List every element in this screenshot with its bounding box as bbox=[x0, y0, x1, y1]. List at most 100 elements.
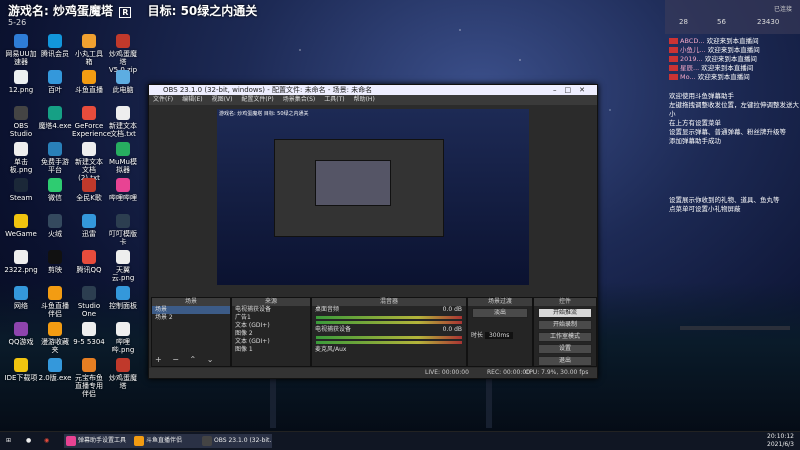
danmaku-panel[interactable]: 已连接 28 56 23430 ABCD... 欢迎来到本直播间 小鱼儿... 欢… bbox=[665, 0, 800, 425]
menu-item[interactable]: 视图(V) bbox=[212, 96, 233, 103]
maximize-icon[interactable]: □ bbox=[565, 86, 580, 94]
desktop-icon[interactable]: 剪映 bbox=[38, 250, 72, 274]
desktop-icon[interactable]: 此电脑 bbox=[106, 70, 140, 94]
menu-item[interactable]: 编辑(E) bbox=[182, 96, 202, 103]
desktop-icon[interactable]: 全民K歌 bbox=[72, 178, 106, 202]
desktop-icon[interactable]: 漫游收藏夹 bbox=[38, 322, 72, 354]
source-item[interactable]: 文本 (GDI+) bbox=[232, 322, 310, 330]
desktop-icon[interactable]: 叮叮模版卡 bbox=[106, 214, 140, 246]
taskbar-app-label: 弹幕助手设置工具 bbox=[78, 437, 127, 444]
close-icon[interactable]: ✕ bbox=[579, 86, 593, 94]
desktop-icon[interactable]: 百叶 bbox=[38, 70, 72, 94]
scene-item[interactable]: 场景 2 bbox=[152, 314, 230, 322]
desktop-icon[interactable]: 哔哩哔哩 bbox=[106, 178, 140, 202]
source-item[interactable]: 电视捕获设备 bbox=[232, 306, 310, 314]
start-recording-button[interactable]: 开始录制 bbox=[538, 320, 592, 330]
desktop-icon[interactable]: 炒鸡蛋魔塔 bbox=[106, 358, 140, 390]
desktop-icon[interactable]: Steam bbox=[4, 178, 38, 202]
desktop-icon[interactable]: IDE下载项 bbox=[4, 358, 38, 382]
desktop-icon[interactable]: 9-5 5304 bbox=[72, 322, 106, 346]
desktop-icon[interactable]: 小丸工具箱 bbox=[72, 34, 106, 66]
desktop-icon[interactable]: 哔哩哔.png bbox=[106, 322, 140, 354]
desktop-icon[interactable]: 魔塔4.exe bbox=[38, 106, 72, 130]
desktop-icon[interactable]: WeGame bbox=[4, 214, 38, 238]
scene-item[interactable]: 场景 bbox=[152, 306, 230, 314]
desktop-icon-label: 百叶 bbox=[48, 86, 62, 94]
desktop-icon[interactable]: 新建文本文档.txt bbox=[106, 106, 140, 138]
taskbar-pin-icon[interactable]: ● bbox=[22, 434, 31, 448]
taskbar-clock[interactable]: 20:10:12 2021/6/3 bbox=[767, 433, 794, 449]
desktop-icon[interactable]: OBS Studio bbox=[4, 106, 38, 138]
obs-titlebar[interactable]: OBS 23.1.0 (32-bit, windows) - 配置文件: 未命名… bbox=[149, 85, 597, 95]
app-icon bbox=[82, 142, 96, 156]
desktop-icon[interactable]: 炒鸡蛋魔塔V5.0.zip bbox=[106, 34, 140, 74]
settings-button[interactable]: 设置 bbox=[538, 344, 592, 354]
desktop-icon[interactable]: 2322.png bbox=[4, 250, 38, 274]
desktop-icon[interactable]: 单击板.png bbox=[4, 142, 38, 174]
mixer-track-name: 电视捕获设备 bbox=[315, 326, 352, 333]
desktop-icon[interactable]: 斗鱼直播伴侣 bbox=[38, 286, 72, 318]
desktop-icon[interactable]: 腾讯QQ bbox=[72, 250, 106, 274]
desktop-icon-label: 叮叮模版卡 bbox=[109, 230, 137, 246]
mixer-track-level: 0.0 dB bbox=[442, 306, 462, 313]
volume-slider[interactable] bbox=[316, 321, 462, 324]
desktop-icon[interactable]: 微信 bbox=[38, 178, 72, 202]
desktop-icon[interactable]: 迅雷 bbox=[72, 214, 106, 238]
source-item[interactable]: 图像 2 bbox=[232, 330, 310, 338]
desktop-icon[interactable]: 斗鱼直播 bbox=[72, 70, 106, 94]
desktop-icon[interactable]: 火绒 bbox=[38, 214, 72, 238]
desktop-icon-label: OBS Studio bbox=[9, 122, 33, 138]
desktop-icon[interactable]: MuMu模拟器 bbox=[106, 142, 140, 174]
danmaku-info-line: 在上方有设置菜单 bbox=[669, 119, 721, 127]
app-icon bbox=[14, 214, 28, 228]
duration-field[interactable]: 300ms bbox=[484, 332, 514, 339]
controls-header: 控件 bbox=[534, 298, 596, 306]
minimize-icon[interactable]: – bbox=[553, 86, 565, 94]
menu-item[interactable]: 配置文件(P) bbox=[241, 96, 273, 103]
desktop-icon[interactable]: 元宝布鱼直播专用伴侣 bbox=[72, 358, 106, 398]
desktop-icon[interactable]: QQ游戏 bbox=[4, 322, 38, 346]
scenes-header: 场景 bbox=[152, 298, 230, 306]
message-user: ABCD... bbox=[680, 37, 705, 45]
app-icon bbox=[82, 70, 96, 84]
danmaku-message: 小鱼儿... 欢迎来到本直播间 bbox=[665, 46, 800, 55]
clock-time: 20:10:12 bbox=[767, 433, 794, 440]
desktop-icon[interactable]: 12.png bbox=[4, 70, 38, 94]
taskbar-app[interactable]: OBS 23.1.0 (32-bit... bbox=[200, 434, 272, 448]
desktop-icon[interactable]: 网易UU加速器 bbox=[4, 34, 38, 66]
app-icon bbox=[48, 250, 62, 264]
desktop-icon[interactable]: 免费手游平台 bbox=[38, 142, 72, 174]
studio-mode-button[interactable]: 工作室模式 bbox=[538, 332, 592, 342]
taskbar-app[interactable]: 斗鱼直播伴侣 bbox=[132, 434, 204, 448]
desktop-icon[interactable]: 天翼云.png bbox=[106, 250, 140, 282]
app-icon bbox=[14, 286, 28, 300]
menu-item[interactable]: 文件(F) bbox=[153, 96, 173, 103]
exit-button[interactable]: 退出 bbox=[538, 356, 592, 366]
menu-item[interactable]: 场景集合(S) bbox=[283, 96, 316, 103]
obs-preview[interactable]: 游戏名: 炒鸡蛋魔塔 目标: 50绿之内通关 bbox=[217, 109, 529, 285]
desktop-icon[interactable]: 2.0版.exe bbox=[38, 358, 72, 382]
volume-slider[interactable] bbox=[316, 341, 462, 344]
start-streaming-button[interactable]: 开始推流 bbox=[538, 308, 592, 318]
source-item[interactable]: 广告1 bbox=[232, 314, 310, 322]
app-icon bbox=[116, 358, 130, 372]
desktop-icon[interactable]: 腾讯会员 bbox=[38, 34, 72, 58]
scene-controls[interactable]: + − ⌃ ⌄ bbox=[155, 355, 217, 364]
browser-icon[interactable]: ◉ bbox=[40, 434, 49, 448]
desktop-icon[interactable]: 新建文本文档(2).txt bbox=[72, 142, 106, 182]
taskbar-app[interactable]: 弹幕助手设置工具 bbox=[64, 434, 136, 448]
transition-select[interactable]: 淡出 bbox=[472, 308, 528, 318]
desktop-icon-label: 腾讯会员 bbox=[41, 50, 69, 58]
desktop-icon[interactable]: 网络 bbox=[4, 286, 38, 310]
desktop-icon[interactable]: Studio One bbox=[72, 286, 106, 318]
desktop-icon[interactable]: GeForce Experience bbox=[72, 106, 111, 138]
desktop-icon[interactable]: 控制面板 bbox=[106, 286, 140, 310]
app-icon bbox=[82, 358, 96, 372]
source-item[interactable]: 图像 1 bbox=[232, 346, 310, 354]
obs-window[interactable]: OBS 23.1.0 (32-bit, windows) - 配置文件: 未命名… bbox=[148, 84, 598, 379]
controls-dock: 控件 开始推流 开始录制 工作室模式 设置 退出 bbox=[533, 297, 597, 367]
menu-item[interactable]: 工具(T) bbox=[324, 96, 344, 103]
menu-item[interactable]: 帮助(H) bbox=[354, 96, 375, 103]
source-item[interactable]: 文本 (GDI+) bbox=[232, 338, 310, 346]
start-button[interactable]: ⊞ bbox=[2, 434, 11, 448]
